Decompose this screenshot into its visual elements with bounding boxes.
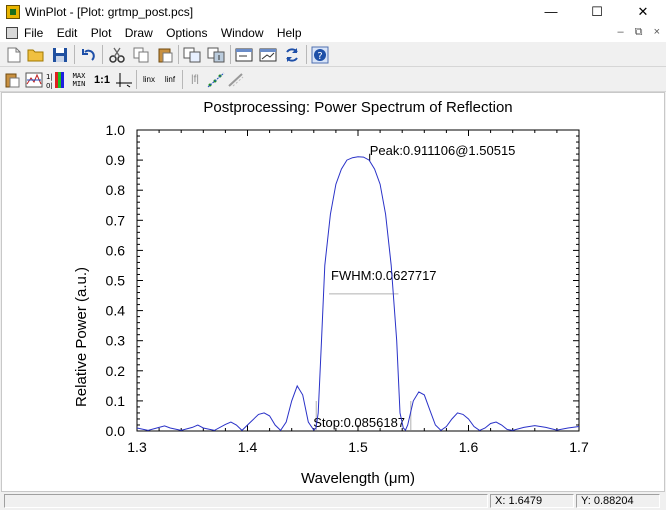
copy-plot-icon[interactable] [182,45,202,64]
mdi-close-button[interactable]: × [654,26,660,38]
menu-file[interactable]: File [24,26,43,40]
min-label: MIN [72,79,86,88]
window-layout-icon[interactable] [234,45,254,64]
y-tick-label: 0.0 [106,423,126,439]
app-icon [6,5,20,19]
x-axis-label: Wavelength (μm) [301,470,415,487]
maximize-button[interactable]: ☐ [574,0,620,24]
cut-icon[interactable] [107,45,127,64]
status-message [4,494,488,508]
toolbar-separator [182,70,183,89]
x-tick-label: 1.7 [569,439,589,455]
mdi-minimize-button[interactable]: – [617,26,623,38]
title-bar: WinPlot - [Plot: grtmp_post.pcs] — ☐ ✕ [0,0,666,24]
y-tick-label: 0.8 [106,182,126,198]
y-tick-label: 0.3 [106,333,126,349]
paste-icon[interactable] [155,45,175,64]
y-tick-label: 0.4 [106,303,126,319]
aspect-ratio-button[interactable]: 1:1 [92,70,112,89]
y-tick-label: 1.0 [106,122,126,138]
help-icon[interactable]: ? [310,45,330,64]
toolbar-separator [74,45,75,64]
menu-edit[interactable]: Edit [57,26,78,40]
paste-data-icon[interactable] [2,70,22,89]
refresh-icon[interactable] [282,45,302,64]
y-tick-label: 0.2 [106,363,126,379]
status-x-coordinate: X: 1.6479 [490,494,574,508]
max-label: MAX [72,71,86,80]
x-tick-label: 1.4 [238,439,258,455]
mdi-restore-button[interactable]: ⧉ [635,26,643,38]
open-folder-icon[interactable] [26,45,46,64]
fwhm-annotation: FWHM:0.0627717 [331,268,437,283]
y-tick-label: 0.7 [106,212,126,228]
menu-window[interactable]: Window [221,26,264,40]
status-y-coordinate: Y: 0.88204 [576,494,660,508]
window-title: WinPlot - [Plot: grtmp_post.pcs] [25,5,194,19]
toolbar-separator [102,45,103,64]
curve-fit-icon[interactable] [206,70,226,89]
colormap-top-label: 1| [46,73,53,81]
colormap-icon[interactable]: 1| 0| [46,70,66,89]
status-bar: X: 1.6479 Y: 0.88204 [0,492,666,510]
plot-toolbar: 1| 0| MAX MIN 1:1 linx linf |f| [0,67,666,92]
toolbar-separator [178,45,179,64]
main-toolbar: ? [0,42,666,67]
plot-canvas[interactable]: Postprocessing: Power Spectrum of Reflec… [1,92,665,492]
x-tick-label: 1.6 [459,439,479,455]
draw-line-icon[interactable] [226,70,246,89]
undo-icon[interactable] [78,45,98,64]
colormap-bottom-label: 0| [46,82,53,89]
y-axis-label: Relative Power (a.u.) [73,267,90,407]
menu-plot[interactable]: Plot [91,26,112,40]
toolbar-separator [306,45,307,64]
stop-annotation: Stop:0.0856187 [313,415,405,430]
menu-draw[interactable]: Draw [125,26,153,40]
max-min-button[interactable]: MAX MIN [68,70,90,89]
svg-text:?: ? [317,51,322,62]
close-button[interactable]: ✕ [620,0,666,24]
menu-bar: File Edit Plot Draw Options Window Help … [0,24,666,42]
new-file-icon[interactable] [4,45,24,64]
y-tick-label: 0.9 [106,152,126,168]
document-icon[interactable] [6,27,18,39]
y-tick-label: 0.6 [106,242,126,258]
paste-plot-icon[interactable] [206,45,226,64]
linear-x-button[interactable]: linx [139,70,159,89]
x-tick-label: 1.3 [127,439,147,455]
x-tick-label: 1.5 [348,439,368,455]
menu-help[interactable]: Help [277,26,302,40]
peak-annotation: Peak:0.911106@1.50515 [370,143,516,158]
spectrum-chart: Postprocessing: Power Spectrum of Reflec… [73,99,589,487]
minimize-button[interactable]: — [528,0,574,24]
toolbar-separator [230,45,231,64]
toolbar-separator [136,70,137,89]
linear-f-button[interactable]: linf [160,70,180,89]
y-tick-label: 0.1 [106,393,126,409]
plot-style-icon[interactable] [24,70,44,89]
window-graph-icon[interactable] [258,45,278,64]
save-icon[interactable] [50,45,70,64]
chart-title: Postprocessing: Power Spectrum of Reflec… [203,99,512,116]
y-tick-label: 0.5 [106,273,126,289]
axes-icon[interactable] [114,70,134,89]
copy-icon[interactable] [131,45,151,64]
abs-value-button[interactable]: |f| [185,70,205,89]
menu-options[interactable]: Options [166,26,207,40]
